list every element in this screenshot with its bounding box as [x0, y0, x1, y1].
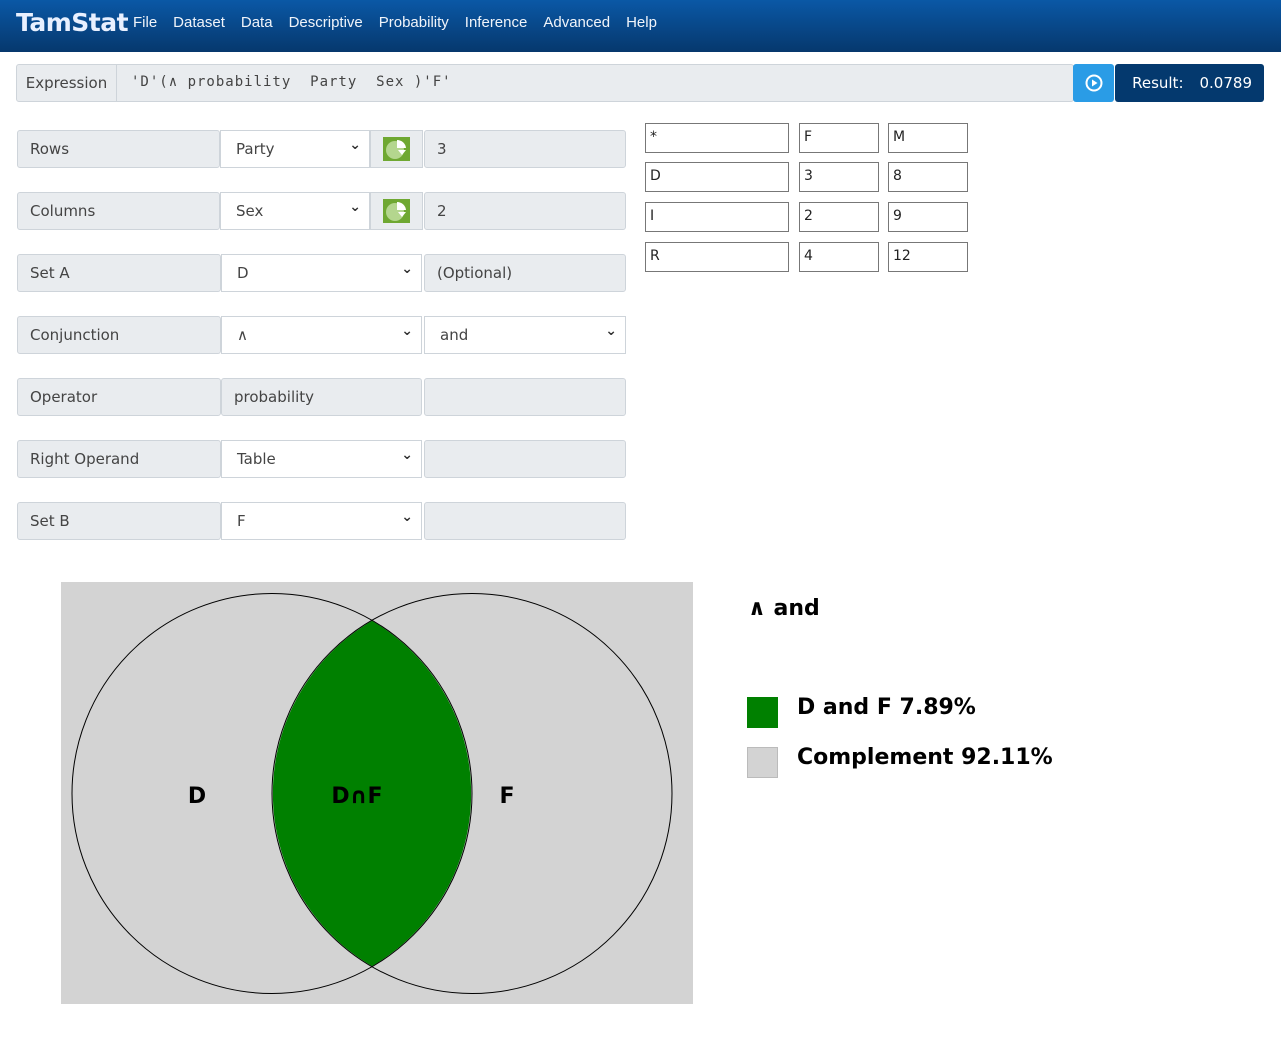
columns-label: Columns — [17, 192, 220, 230]
conjunction-symbol-select[interactable]: ∧ — [221, 316, 422, 354]
menu-probability[interactable]: Probability — [379, 14, 449, 31]
main-menu: File Dataset Data Descriptive Probabilit… — [133, 14, 673, 31]
pie-chart-icon — [383, 137, 410, 161]
expression-bar: Expression 'D'(∧ probability Party Sex )… — [16, 64, 1074, 102]
rows-label: Rows — [17, 130, 220, 168]
operator-extra — [424, 378, 626, 416]
columns-chart-button[interactable] — [370, 192, 423, 230]
right-operand-label: Right Operand — [17, 440, 221, 478]
logo[interactable]: TamStat — [16, 8, 129, 37]
rows-select[interactable]: Party — [220, 130, 370, 168]
columns-count: 2 — [424, 192, 626, 230]
venn-label-right: F — [499, 784, 514, 809]
expression-label: Expression — [17, 65, 117, 101]
result-display: Result: 0.0789 — [1115, 64, 1264, 102]
table-cell[interactable]: I — [645, 202, 789, 232]
menu-descriptive[interactable]: Descriptive — [289, 14, 363, 31]
venn-label-intersection: D∩F — [331, 784, 382, 809]
legend-item-complement: Complement 92.11% — [797, 745, 1053, 770]
set-b-label: Set B — [17, 502, 221, 540]
right-operand-select[interactable]: Table — [221, 440, 422, 478]
pie-chart-icon — [383, 199, 410, 223]
venn-diagram: D D∩F F — [61, 582, 693, 1004]
table-cell[interactable]: F — [799, 123, 879, 153]
play-circle-icon — [1085, 74, 1102, 92]
rows-count: 3 — [424, 130, 626, 168]
columns-select[interactable]: Sex — [220, 192, 370, 230]
rows-chart-button[interactable] — [370, 130, 423, 168]
menu-file[interactable]: File — [133, 14, 157, 31]
operator-label: Operator — [17, 378, 221, 416]
table-cell[interactable]: 12 — [888, 242, 968, 272]
menu-help[interactable]: Help — [626, 14, 657, 31]
set-a-optional-input[interactable]: (Optional) — [424, 254, 626, 292]
table-cell[interactable]: 3 — [799, 162, 879, 192]
table-cell[interactable]: D — [645, 162, 789, 192]
table-cell[interactable]: 4 — [799, 242, 879, 272]
top-navbar: TamStat File Dataset Data Descriptive Pr… — [0, 0, 1281, 52]
set-b-extra — [424, 502, 626, 540]
operator-value: probability — [221, 378, 422, 416]
menu-inference[interactable]: Inference — [465, 14, 528, 31]
set-b-select[interactable]: F — [221, 502, 422, 540]
legend-swatch-intersection — [747, 697, 778, 728]
menu-dataset[interactable]: Dataset — [173, 14, 225, 31]
table-cell[interactable]: R — [645, 242, 789, 272]
legend-swatch-complement — [747, 747, 778, 778]
menu-data[interactable]: Data — [241, 14, 273, 31]
run-button[interactable] — [1073, 64, 1114, 102]
table-cell[interactable]: M — [888, 123, 968, 153]
set-a-select[interactable]: D — [221, 254, 422, 292]
conjunction-word-select[interactable]: and — [424, 316, 626, 354]
table-cell[interactable]: 8 — [888, 162, 968, 192]
conjunction-label: Conjunction — [17, 316, 221, 354]
table-cell[interactable]: * — [645, 123, 789, 153]
legend-title: ∧ and — [748, 596, 820, 621]
set-a-label: Set A — [17, 254, 221, 292]
table-cell[interactable]: 9 — [888, 202, 968, 232]
legend-item-intersection: D and F 7.89% — [797, 695, 976, 720]
menu-advanced[interactable]: Advanced — [543, 14, 610, 31]
result-value: 0.0789 — [1199, 74, 1253, 92]
right-operand-extra — [424, 440, 626, 478]
result-label: Result: — [1132, 74, 1184, 92]
expression-input[interactable]: 'D'(∧ probability Party Sex )'F' — [131, 74, 452, 90]
venn-label-left: D — [188, 784, 206, 809]
table-cell[interactable]: 2 — [799, 202, 879, 232]
